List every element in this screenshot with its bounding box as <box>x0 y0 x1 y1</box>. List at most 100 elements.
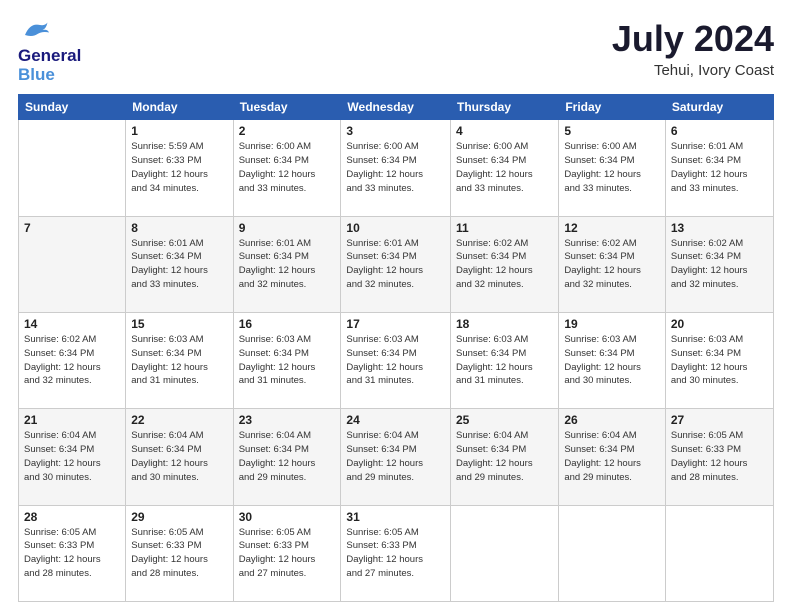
day-number: 18 <box>456 317 553 331</box>
day-info: Sunrise: 6:04 AMSunset: 6:34 PMDaylight:… <box>456 429 553 484</box>
day-info: Sunrise: 6:03 AMSunset: 6:34 PMDaylight:… <box>564 333 660 388</box>
day-cell: 23Sunrise: 6:04 AMSunset: 6:34 PMDayligh… <box>233 409 341 505</box>
day-number: 4 <box>456 124 553 138</box>
day-info: Sunrise: 6:03 AMSunset: 6:34 PMDaylight:… <box>239 333 336 388</box>
day-cell: 19 Sunrise: 6:03 AMSunset: 6:34 PMDayligh… <box>559 313 666 409</box>
header: General Blue July 2024 Tehui, Ivory Coas… <box>18 18 774 84</box>
day-number: 19 <box>564 317 660 331</box>
day-info: Sunrise: 6:03 AMSunset: 6:34 PMDaylight:… <box>456 333 553 388</box>
header-monday: Monday <box>126 95 233 120</box>
day-cell <box>559 505 666 601</box>
day-info: Sunrise: 6:03 AMSunset: 6:34 PMDaylight:… <box>346 333 445 388</box>
day-cell: 25 Sunrise: 6:04 AMSunset: 6:34 PMDayligh… <box>451 409 559 505</box>
day-number: 26 <box>564 413 660 427</box>
day-number: 15 <box>131 317 227 331</box>
header-sunday: Sunday <box>19 95 126 120</box>
day-info: Sunrise: 6:01 AMSunset: 6:34 PMDaylight:… <box>671 140 768 195</box>
day-cell <box>451 505 559 601</box>
day-cell: 3Sunrise: 6:00 AMSunset: 6:34 PMDaylight… <box>341 120 451 216</box>
logo: General Blue <box>18 18 81 84</box>
day-cell: 22 Sunrise: 6:04 AMSunset: 6:34 PMDayligh… <box>126 409 233 505</box>
day-number: 2 <box>239 124 336 138</box>
week-row-1: 1 Sunrise: 5:59 AMSunset: 6:33 PMDaylight… <box>19 120 774 216</box>
day-info: Sunrise: 6:02 AMSunset: 6:34 PMDaylight:… <box>24 333 120 388</box>
day-cell: 2 Sunrise: 6:00 AMSunset: 6:34 PMDaylight… <box>233 120 341 216</box>
day-info: Sunrise: 6:05 AMSunset: 6:33 PMDaylight:… <box>346 526 445 581</box>
day-number: 24 <box>346 413 445 427</box>
day-number: 31 <box>346 510 445 524</box>
day-cell: 8Sunrise: 6:01 AMSunset: 6:34 PMDaylight… <box>126 216 233 312</box>
day-cell <box>665 505 773 601</box>
day-info: Sunrise: 6:05 AMSunset: 6:33 PMDaylight:… <box>671 429 768 484</box>
location-title: Tehui, Ivory Coast <box>612 62 774 79</box>
day-info: Sunrise: 6:02 AMSunset: 6:34 PMDaylight:… <box>671 237 768 292</box>
day-info: Sunrise: 6:01 AMSunset: 6:34 PMDaylight:… <box>346 237 445 292</box>
day-cell <box>19 120 126 216</box>
header-thursday: Thursday <box>451 95 559 120</box>
month-title: July 2024 <box>612 18 774 60</box>
header-tuesday: Tuesday <box>233 95 341 120</box>
header-saturday: Saturday <box>665 95 773 120</box>
header-friday: Friday <box>559 95 666 120</box>
day-info: Sunrise: 6:00 AMSunset: 6:34 PMDaylight:… <box>564 140 660 195</box>
day-number: 30 <box>239 510 336 524</box>
day-cell: 24 Sunrise: 6:04 AMSunset: 6:34 PMDayligh… <box>341 409 451 505</box>
day-info: Sunrise: 5:59 AMSunset: 6:33 PMDaylight:… <box>131 140 227 195</box>
day-number: 12 <box>564 221 660 235</box>
page: General Blue July 2024 Tehui, Ivory Coas… <box>0 0 792 612</box>
day-cell: 7 <box>19 216 126 312</box>
day-info: Sunrise: 6:02 AMSunset: 6:34 PMDaylight:… <box>564 237 660 292</box>
day-number: 29 <box>131 510 227 524</box>
day-number: 25 <box>456 413 553 427</box>
day-cell: 12 Sunrise: 6:02 AMSunset: 6:34 PMDayligh… <box>559 216 666 312</box>
day-cell: 16Sunrise: 6:03 AMSunset: 6:34 PMDayligh… <box>233 313 341 409</box>
day-number: 10 <box>346 221 445 235</box>
logo-icon <box>20 18 50 42</box>
day-cell: 10 Sunrise: 6:01 AMSunset: 6:34 PMDayligh… <box>341 216 451 312</box>
day-number: 1 <box>131 124 227 138</box>
day-cell: 11Sunrise: 6:02 AMSunset: 6:34 PMDayligh… <box>451 216 559 312</box>
day-info: Sunrise: 6:04 AMSunset: 6:34 PMDaylight:… <box>24 429 120 484</box>
day-cell: 1 Sunrise: 5:59 AMSunset: 6:33 PMDaylight… <box>126 120 233 216</box>
title-section: July 2024 Tehui, Ivory Coast <box>612 18 774 79</box>
day-number: 5 <box>564 124 660 138</box>
day-info: Sunrise: 6:04 AMSunset: 6:34 PMDaylight:… <box>131 429 227 484</box>
day-number: 20 <box>671 317 768 331</box>
day-number: 28 <box>24 510 120 524</box>
day-number: 9 <box>239 221 336 235</box>
day-number: 7 <box>24 221 120 235</box>
day-info: Sunrise: 6:05 AMSunset: 6:33 PMDaylight:… <box>24 526 120 581</box>
day-number: 21 <box>24 413 120 427</box>
day-cell: 21 Sunrise: 6:04 AMSunset: 6:34 PMDayligh… <box>19 409 126 505</box>
week-row-2: 78Sunrise: 6:01 AMSunset: 6:34 PMDayligh… <box>19 216 774 312</box>
day-info: Sunrise: 6:04 AMSunset: 6:34 PMDaylight:… <box>564 429 660 484</box>
day-info: Sunrise: 6:03 AMSunset: 6:34 PMDaylight:… <box>671 333 768 388</box>
day-cell: 30 Sunrise: 6:05 AMSunset: 6:33 PMDayligh… <box>233 505 341 601</box>
day-cell: 20 Sunrise: 6:03 AMSunset: 6:34 PMDayligh… <box>665 313 773 409</box>
day-number: 8 <box>131 221 227 235</box>
week-row-5: 28 Sunrise: 6:05 AMSunset: 6:33 PMDayligh… <box>19 505 774 601</box>
week-row-3: 14Sunrise: 6:02 AMSunset: 6:34 PMDayligh… <box>19 313 774 409</box>
day-info: Sunrise: 6:05 AMSunset: 6:33 PMDaylight:… <box>239 526 336 581</box>
day-number: 6 <box>671 124 768 138</box>
day-number: 22 <box>131 413 227 427</box>
day-cell: 18 Sunrise: 6:03 AMSunset: 6:34 PMDayligh… <box>451 313 559 409</box>
day-info: Sunrise: 6:02 AMSunset: 6:34 PMDaylight:… <box>456 237 553 292</box>
week-row-4: 21 Sunrise: 6:04 AMSunset: 6:34 PMDayligh… <box>19 409 774 505</box>
day-cell: 26 Sunrise: 6:04 AMSunset: 6:34 PMDayligh… <box>559 409 666 505</box>
day-info: Sunrise: 6:04 AMSunset: 6:34 PMDaylight:… <box>346 429 445 484</box>
day-cell: 9 Sunrise: 6:01 AMSunset: 6:34 PMDaylight… <box>233 216 341 312</box>
day-number: 17 <box>346 317 445 331</box>
day-info: Sunrise: 6:00 AMSunset: 6:34 PMDaylight:… <box>346 140 445 195</box>
day-cell: 5 Sunrise: 6:00 AMSunset: 6:34 PMDaylight… <box>559 120 666 216</box>
day-cell: 27 Sunrise: 6:05 AMSunset: 6:33 PMDayligh… <box>665 409 773 505</box>
day-info: Sunrise: 6:01 AMSunset: 6:34 PMDaylight:… <box>239 237 336 292</box>
day-number: 27 <box>671 413 768 427</box>
day-info: Sunrise: 6:00 AMSunset: 6:34 PMDaylight:… <box>239 140 336 195</box>
day-number: 13 <box>671 221 768 235</box>
day-cell: 17 Sunrise: 6:03 AMSunset: 6:34 PMDayligh… <box>341 313 451 409</box>
day-number: 23 <box>239 413 336 427</box>
day-info: Sunrise: 6:05 AMSunset: 6:33 PMDaylight:… <box>131 526 227 581</box>
day-cell: 6 Sunrise: 6:01 AMSunset: 6:34 PMDaylight… <box>665 120 773 216</box>
header-row: SundayMondayTuesdayWednesdayThursdayFrid… <box>19 95 774 120</box>
